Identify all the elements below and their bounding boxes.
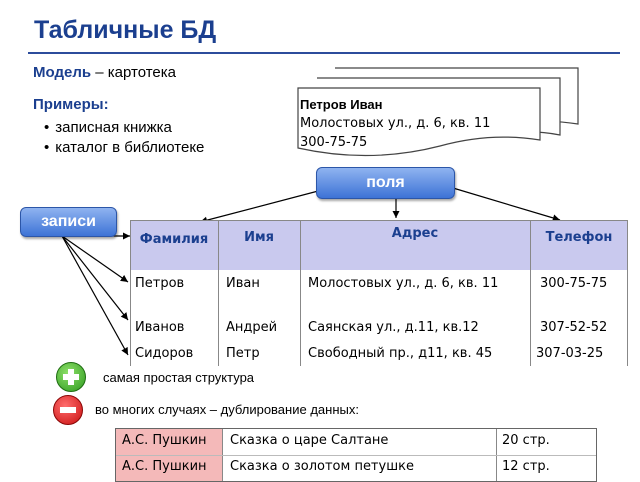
minus-icon (53, 395, 83, 425)
column-header-address: Адрес (391, 226, 439, 241)
dup-cell: Сказка о царе Салтане (230, 433, 389, 448)
table-cell: Молостовых ул., д. 6, кв. 11 (308, 276, 499, 291)
fields-label: поля (316, 167, 455, 199)
table-divider (627, 220, 628, 366)
records-label: записи (20, 207, 117, 237)
disadvantage-text: во многих случаях – дублирование данных: (95, 402, 359, 417)
table-cell: 300-75-75 (540, 276, 608, 291)
table-cell: Иван (226, 276, 260, 291)
advantage-text: самая простая структура (103, 370, 255, 385)
table-cell: Сидоров (135, 346, 194, 361)
records-table: Фамилия Имя Адрес Телефон Петров Иван Мо… (130, 220, 628, 366)
dup-cell: А.С. Пушкин (122, 433, 207, 448)
dup-cell: А.С. Пушкин (122, 459, 207, 474)
column-header-surname: Фамилия (139, 232, 209, 247)
column-header-phone: Телефон (545, 230, 613, 245)
table-cell: Андрей (226, 320, 278, 335)
table-divider (300, 220, 301, 366)
dup-cell: 20 стр. (502, 433, 550, 448)
table-divider (130, 220, 131, 366)
table-divider (116, 455, 596, 456)
dup-cell: 12 стр. (502, 459, 550, 474)
table-cell: Иванов (135, 320, 185, 335)
column-header-name: Имя (244, 230, 274, 245)
table-divider (218, 220, 219, 366)
table-cell: 307-03-25 (536, 346, 604, 361)
table-divider (530, 220, 531, 366)
duplication-table: А.С. Пушкин Сказка о царе Салтане 20 стр… (115, 428, 597, 482)
plus-icon (56, 362, 86, 392)
table-cell: 307-52-52 (540, 320, 608, 335)
table-divider (130, 220, 628, 221)
table-cell: Петр (226, 346, 260, 361)
table-cell: Свободный пр., д11, кв. 45 (308, 346, 493, 361)
dup-cell: Сказка о золотом петушке (230, 459, 414, 474)
table-cell: Петров (135, 276, 185, 291)
slide: Табличные БД Модель – картотека Примеры:… (0, 0, 640, 482)
table-cell: Саянская ул., д.11, кв.12 (308, 320, 479, 335)
